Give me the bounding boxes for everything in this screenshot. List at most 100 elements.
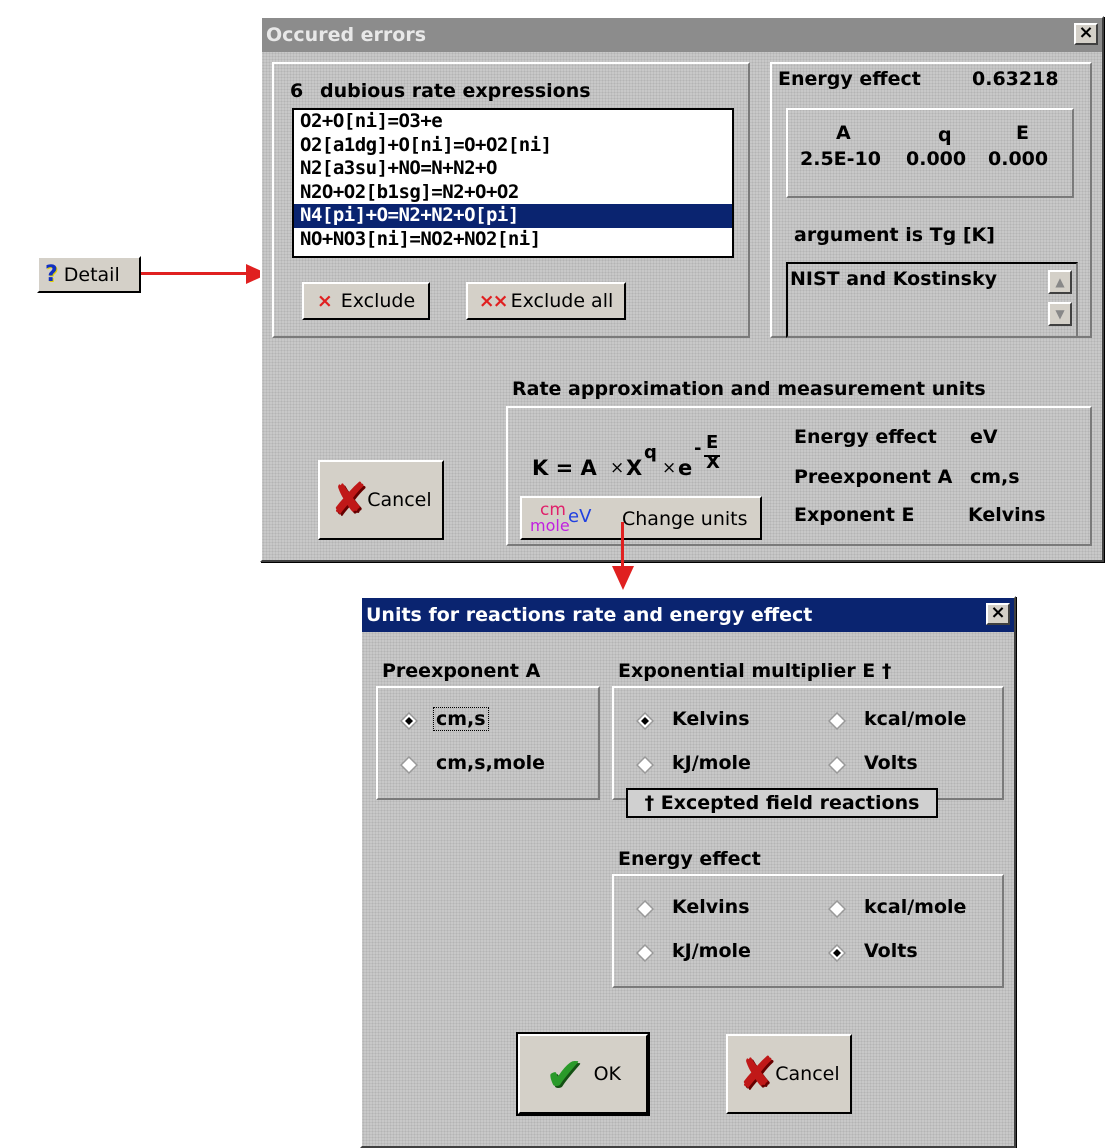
radio-energy-kelvins[interactable] [636,900,654,918]
param-a-header: A [836,122,851,144]
radio-energy-kj[interactable] [636,944,654,962]
energy-option-kelvins[interactable]: Kelvins [672,896,750,918]
close-icon: × [990,602,1006,623]
units-dialog-titlebar: Units for reactions rate and energy effe… [362,598,1014,632]
energy-effect-label: Energy effect [778,68,921,90]
energy-effect-title: Energy effect [618,848,761,870]
radio-exp-kelvins[interactable] [636,712,654,730]
formula-exp-numerator: E [706,432,719,453]
param-q-value: 0.000 [906,148,967,170]
exponential-group: Kelvins kcal/mole kJ/mole Volts [612,686,1004,800]
errors-window-title: Occured errors [266,24,427,46]
radio-exp-volts[interactable] [828,756,846,774]
source-memo[interactable]: NIST and Kostinsky ▲ ▼ [786,262,1078,338]
exp-option-kelvins[interactable]: Kelvins [672,708,750,730]
exponential-title: Exponential multiplier E † [618,660,892,682]
units-cancel-button[interactable]: ✘ Cancel [726,1034,852,1114]
param-e-value: 0.000 [988,148,1049,170]
formula-e: e [678,456,693,480]
preexp-option-cm-s-mole[interactable]: cm,s,mole [436,752,545,774]
unit-energy-value: eV [970,426,998,448]
excepted-field-reactions-button[interactable]: † Excepted field reactions [626,788,938,818]
list-item-selected[interactable]: N4[pi]+O=N2+N2+O[pi] [294,204,732,228]
energy-effect-group: Kelvins kcal/mole kJ/mole Volts [612,874,1004,988]
exp-option-kcal[interactable]: kcal/mole [864,708,966,730]
unit-exponent-label: Exponent E [794,504,915,526]
param-a-value: 2.5E-10 [800,148,881,170]
rate-section-title: Rate approximation and measurement units [512,378,986,400]
exclude-all-button[interactable]: ×× Exclude all [466,282,626,320]
connector-arrow-line [141,272,249,275]
cancel-button-label: Cancel [367,489,432,511]
errors-window-close-button[interactable]: × [1074,23,1098,45]
formula-times-2: × [662,458,677,478]
x-icon: × [316,290,333,312]
formula-minus: - [694,438,702,459]
list-item[interactable]: NO+NO3[ni]=NO2+NO2[ni] [294,228,732,252]
scroll-down-button[interactable]: ▼ [1048,302,1072,326]
units-icon-mole: mole [530,516,570,535]
errors-window-titlebar: Occured errors [262,18,1102,52]
param-q-header: q [938,124,952,146]
excepted-label: † Excepted field reactions [644,792,920,814]
exclude-button-label: Exclude [340,290,416,312]
errors-window: Occured errors × 6 dubious rate expressi… [260,16,1104,562]
double-x-icon: ×× [478,290,509,312]
dubious-label: dubious rate expressions [320,80,591,102]
units-icon: cm mole eV [530,500,610,536]
radio-preexp-cm-s-mole[interactable] [400,756,418,774]
rate-formula: K = A × X q × e - E X [532,432,772,496]
unit-exponent-value: Kelvins [968,504,1046,526]
exclude-all-button-label: Exclude all [510,290,614,312]
formula-times-1: × [610,458,625,478]
radio-exp-kcal[interactable] [828,712,846,730]
radio-preexp-cm-s[interactable] [400,712,418,730]
list-item[interactable]: N2O+O2[b1sg]=N2+O+O2 [294,181,732,205]
preexponent-group: cm,s cm,s,mole [376,686,600,800]
reaction-list[interactable]: O2+O[ni]=O3+e O2[a1dg]+O[ni]=O+O2[ni] N2… [292,108,734,258]
preexponent-title: Preexponent A [382,660,541,682]
list-item[interactable]: O2[a1dg]+O[ni]=O+O2[ni] [294,134,732,158]
energy-option-kj[interactable]: kJ/mole [672,940,751,962]
cancel-x-icon: ✘ [738,1048,776,1099]
unit-preexp-value: cm,s [970,466,1020,488]
change-units-button[interactable]: cm mole eV Change units [520,496,762,540]
formula-lhs: K = A [532,456,597,480]
preexp-option-cm-s[interactable]: cm,s [433,707,489,731]
arrow-head-down-icon [612,566,634,590]
units-dialog-body: Preexponent A cm,s cm,s,mole Exponential… [362,632,1014,1146]
ok-button[interactable]: ✔ OK [516,1032,650,1116]
list-item[interactable]: N2[a3su]+NO=N+N2+O [294,157,732,181]
param-e-header: E [1016,122,1029,144]
units-dialog-close-button[interactable]: × [986,603,1010,625]
exclude-button[interactable]: × Exclude [302,282,430,320]
details-panel: Energy effect 0.63218 A q E 2.5E-10 0.00… [770,62,1092,338]
energy-effect-value: 0.63218 [972,68,1059,90]
cancel-x-icon: ✘ [330,474,368,525]
rate-section-panel: K = A × X q × e - E X cm mole eV Change … [506,406,1092,546]
ok-button-label: OK [593,1063,621,1085]
exp-option-kj[interactable]: kJ/mole [672,752,751,774]
units-dialog-title: Units for reactions rate and energy effe… [366,604,813,626]
units-cancel-button-label: Cancel [775,1063,840,1085]
connector-arrow-line-down [621,522,624,570]
exp-option-volts[interactable]: Volts [864,752,918,774]
argument-label: argument is Tg [K] [794,224,995,246]
detail-button[interactable]: ? Detail [37,256,141,293]
energy-option-kcal[interactable]: kcal/mole [864,896,966,918]
unit-energy-label: Energy effect [794,426,937,448]
scroll-up-button[interactable]: ▲ [1048,270,1072,294]
radio-energy-kcal[interactable] [828,900,846,918]
formula-exp-denominator: X [706,452,720,473]
unit-preexp-label: Preexponent A [794,466,953,488]
cancel-button[interactable]: ✘ Cancel [318,460,444,540]
checkmark-icon: ✔ [545,1047,584,1101]
units-icon-ev: eV [568,506,592,527]
formula-x: X [626,456,643,480]
detail-button-label: Detail [63,263,120,286]
list-item[interactable]: O2+O[ni]=O3+e [294,110,732,134]
radio-exp-kj[interactable] [636,756,654,774]
energy-option-volts[interactable]: Volts [864,940,918,962]
close-icon: × [1078,22,1094,43]
radio-energy-volts[interactable] [828,944,846,962]
